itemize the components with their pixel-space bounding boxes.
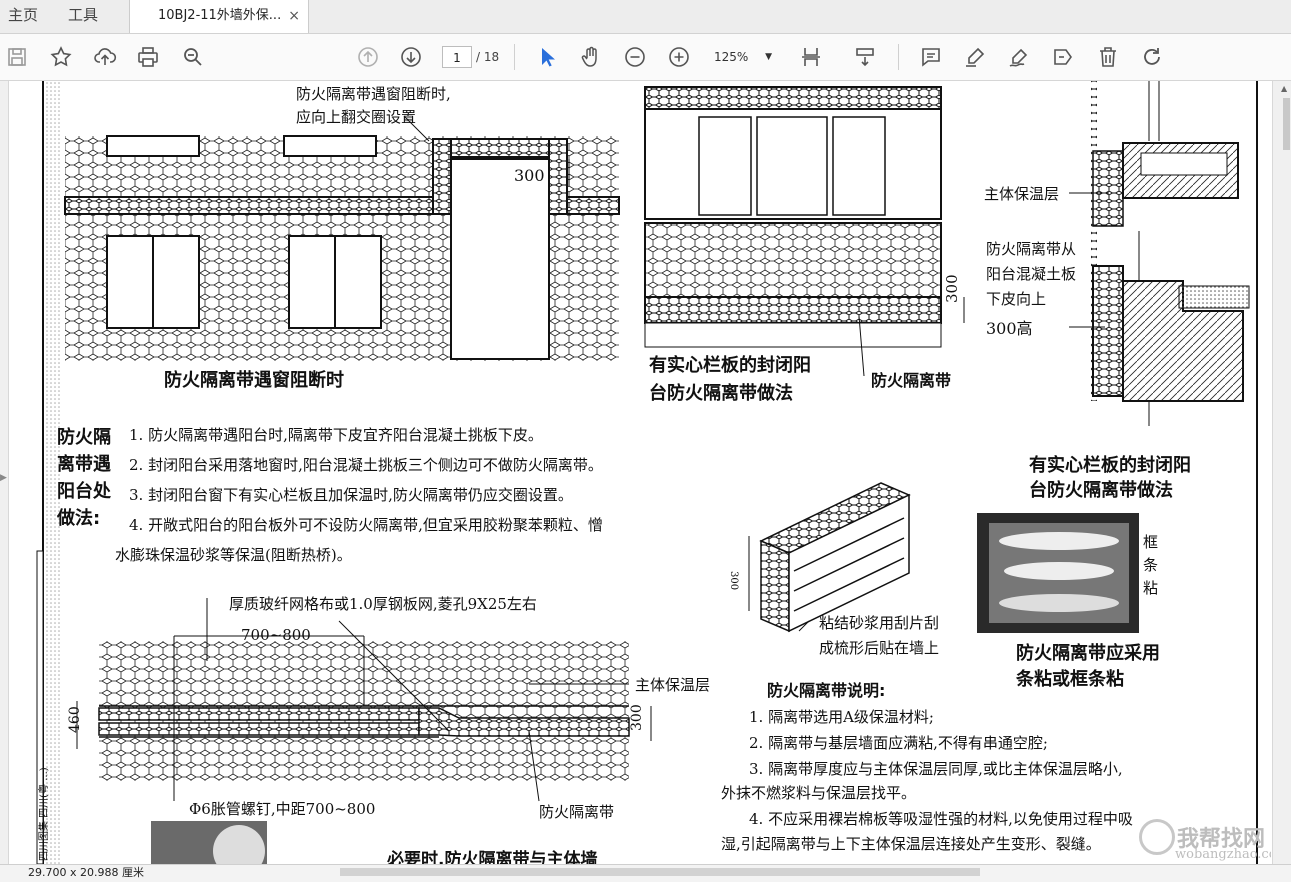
sign-icon[interactable] bbox=[1005, 43, 1033, 71]
close-icon[interactable]: × bbox=[288, 0, 300, 32]
explain-3: 3. 隔离带厚度应与主体保温层同厚,或比主体保温层略小, bbox=[749, 760, 1123, 778]
fill-sign-icon[interactable] bbox=[1049, 43, 1077, 71]
chevron-down-icon: ▼ bbox=[765, 52, 772, 62]
watermark-url: wobangzhao.com bbox=[1175, 847, 1271, 862]
dim-300-band: 300 bbox=[629, 704, 645, 731]
rotate-icon[interactable] bbox=[1138, 43, 1166, 71]
title-frame-1: 防火隔离带应采用 bbox=[1016, 643, 1160, 664]
upload-icon[interactable] bbox=[91, 43, 119, 71]
item-2: 2. 封闭阳台采用落地窗时,阳台混凝土挑板三个侧边可不做防火隔离带。 bbox=[129, 456, 603, 474]
note-slab-1: 防火隔离带从 bbox=[986, 240, 1077, 258]
side-strip-text: 四川图集 四川(粤 ...) bbox=[39, 767, 50, 861]
select-cursor-icon[interactable] bbox=[533, 43, 561, 71]
explain-1: 1. 隔离带选用A级保温材料; bbox=[749, 708, 934, 726]
block-dim: 300 bbox=[728, 571, 739, 591]
title-window: 防火隔离带遇窗阻断时 bbox=[164, 370, 344, 391]
frame-label: 框 条 粘 bbox=[1143, 533, 1159, 597]
zoom-value: 125% bbox=[714, 50, 749, 64]
tab-tools[interactable]: 工具 bbox=[68, 0, 98, 33]
zoom-in-icon[interactable] bbox=[665, 43, 693, 71]
scroll-up-icon[interactable]: ▲ bbox=[1281, 84, 1287, 93]
print-icon[interactable] bbox=[134, 43, 162, 71]
dim-300-balcony: 300 bbox=[943, 274, 961, 303]
next-page-icon[interactable] bbox=[397, 43, 425, 71]
band-section-drawing bbox=[76, 598, 652, 802]
window-elevation-drawing bbox=[64, 115, 620, 361]
toolbar: 1 / 18 125% ▼ bbox=[0, 34, 1291, 81]
frame-bond-photo bbox=[977, 513, 1139, 633]
note-slab-2: 阳台混凝土板 bbox=[986, 265, 1077, 283]
item-3: 3. 封闭阳台窗下有实心栏板且加保温时,防火隔离带仍应交圈设置。 bbox=[129, 486, 573, 504]
bookmark-star-icon[interactable] bbox=[47, 43, 75, 71]
scroll-mode-icon[interactable] bbox=[851, 43, 879, 71]
title-section-1: 有实心栏板的封闭阳 bbox=[1029, 455, 1191, 476]
block-note-1: 粘结砂浆用刮片刮 bbox=[819, 614, 940, 632]
toolbar-divider bbox=[898, 44, 899, 70]
panel-toggle-icon[interactable]: ▶ bbox=[0, 473, 7, 483]
zoom-out-icon[interactable] bbox=[621, 43, 649, 71]
title-wall: 必要时,防火隔离带与主体墙 bbox=[387, 850, 598, 864]
note-window-1: 防火隔离带遇窗阻断时, bbox=[296, 85, 451, 103]
balcony-elevation-drawing bbox=[644, 86, 965, 377]
tab-document[interactable]: 10BJ2-11外墙外保... × bbox=[129, 0, 309, 33]
horizontal-scrollbar-thumb[interactable] bbox=[340, 868, 980, 876]
delete-icon[interactable] bbox=[1094, 43, 1122, 71]
dim-300-window: 300 bbox=[514, 166, 545, 185]
note-slab-3: 下皮向上 bbox=[986, 290, 1047, 308]
find-icon[interactable] bbox=[179, 43, 207, 71]
explain-title: 防火隔离带说明: bbox=[767, 681, 886, 700]
explain-4: 4. 不应采用裸岩棉板等吸湿性强的材料,以免使用过程中吸 bbox=[749, 810, 1133, 828]
mesh-note: 厚质玻纤网格布或1.0厚钢板网,菱孔9X25左右 bbox=[229, 595, 537, 613]
note-slab-4: 300高 bbox=[986, 319, 1033, 338]
page-total: / 18 bbox=[476, 50, 500, 64]
page-number-input[interactable]: 1 bbox=[442, 46, 472, 68]
explain-3-cont: 外抹不燃浆料与保温层找平。 bbox=[721, 784, 917, 802]
fit-page-icon[interactable] bbox=[797, 43, 825, 71]
explain-4-cont: 湿,引起隔离带与上下主体保温层连接处产生变形、裂缝。 bbox=[721, 835, 1101, 853]
scrollbar-thumb[interactable] bbox=[1283, 98, 1290, 150]
balcony-section-drawing bbox=[1069, 81, 1250, 426]
dim-700-800: 700~800 bbox=[241, 626, 311, 644]
tab-bar: 主页 工具 10BJ2-11外墙外保... × bbox=[0, 0, 1291, 34]
block-note-2: 成梳形后贴在墙上 bbox=[819, 639, 940, 657]
title-balcony-1: 有实心栏板的封闭阳 bbox=[649, 355, 811, 376]
vertical-scrollbar[interactable] bbox=[1272, 81, 1291, 864]
label-main-insulation: 主体保温层 bbox=[984, 185, 1060, 203]
dim-460: 460 bbox=[67, 706, 83, 733]
label-band-wall: 防火隔离带 bbox=[539, 803, 615, 821]
item-4: 4. 开敞式阳台的阳台板外可不设防火隔离带,但宜采用胶粉聚苯颗粒、憎 bbox=[129, 516, 603, 534]
anchor-note: Φ6胀管螺钉,中距700~800 bbox=[189, 800, 376, 818]
toolbar-divider bbox=[514, 44, 515, 70]
item-4-cont: 水膨珠保温砂浆等保温(阻断热桥)。 bbox=[115, 546, 352, 564]
watermark-logo-icon bbox=[1139, 819, 1175, 855]
highlight-icon[interactable] bbox=[961, 43, 989, 71]
save-icon[interactable] bbox=[3, 43, 31, 71]
title-frame-2: 条粘或框条粘 bbox=[1016, 669, 1124, 690]
title-balcony-2: 台防火隔离带做法 bbox=[649, 383, 793, 404]
label-main-insulation-2: 主体保温层 bbox=[635, 676, 711, 694]
document-tab-title: 10BJ2-11外墙外保... bbox=[158, 8, 282, 23]
title-section-2: 台防火隔离带做法 bbox=[1029, 480, 1173, 501]
comment-icon[interactable] bbox=[917, 43, 945, 71]
hand-tool-icon[interactable] bbox=[577, 43, 605, 71]
label-band-balcony: 防火隔离带 bbox=[871, 371, 952, 390]
page-size: 29.700 x 20.988 厘米 bbox=[28, 866, 144, 879]
prev-page-icon[interactable] bbox=[354, 43, 382, 71]
side-heading: 防火隔 离带遇 阳台处 做法: bbox=[57, 427, 111, 529]
tab-home[interactable]: 主页 bbox=[8, 0, 38, 33]
pdf-page: 防火隔离带遇窗阻断时, 应向上翻交圈设置 300 防火隔离带遇窗阻断时 有实心栏… bbox=[9, 81, 1271, 864]
insulation-block-drawing bbox=[748, 482, 911, 633]
note-window-2: 应向上翻交圈设置 bbox=[296, 108, 417, 126]
explain-2: 2. 隔离带与基层墙面应满粘,不得有串通空腔; bbox=[749, 734, 1048, 752]
zoom-select[interactable]: 125% ▼ bbox=[706, 46, 776, 68]
item-1: 1. 防火隔离带遇阳台时,隔离带下皮宜齐阳台混凝土挑板下皮。 bbox=[129, 426, 543, 444]
